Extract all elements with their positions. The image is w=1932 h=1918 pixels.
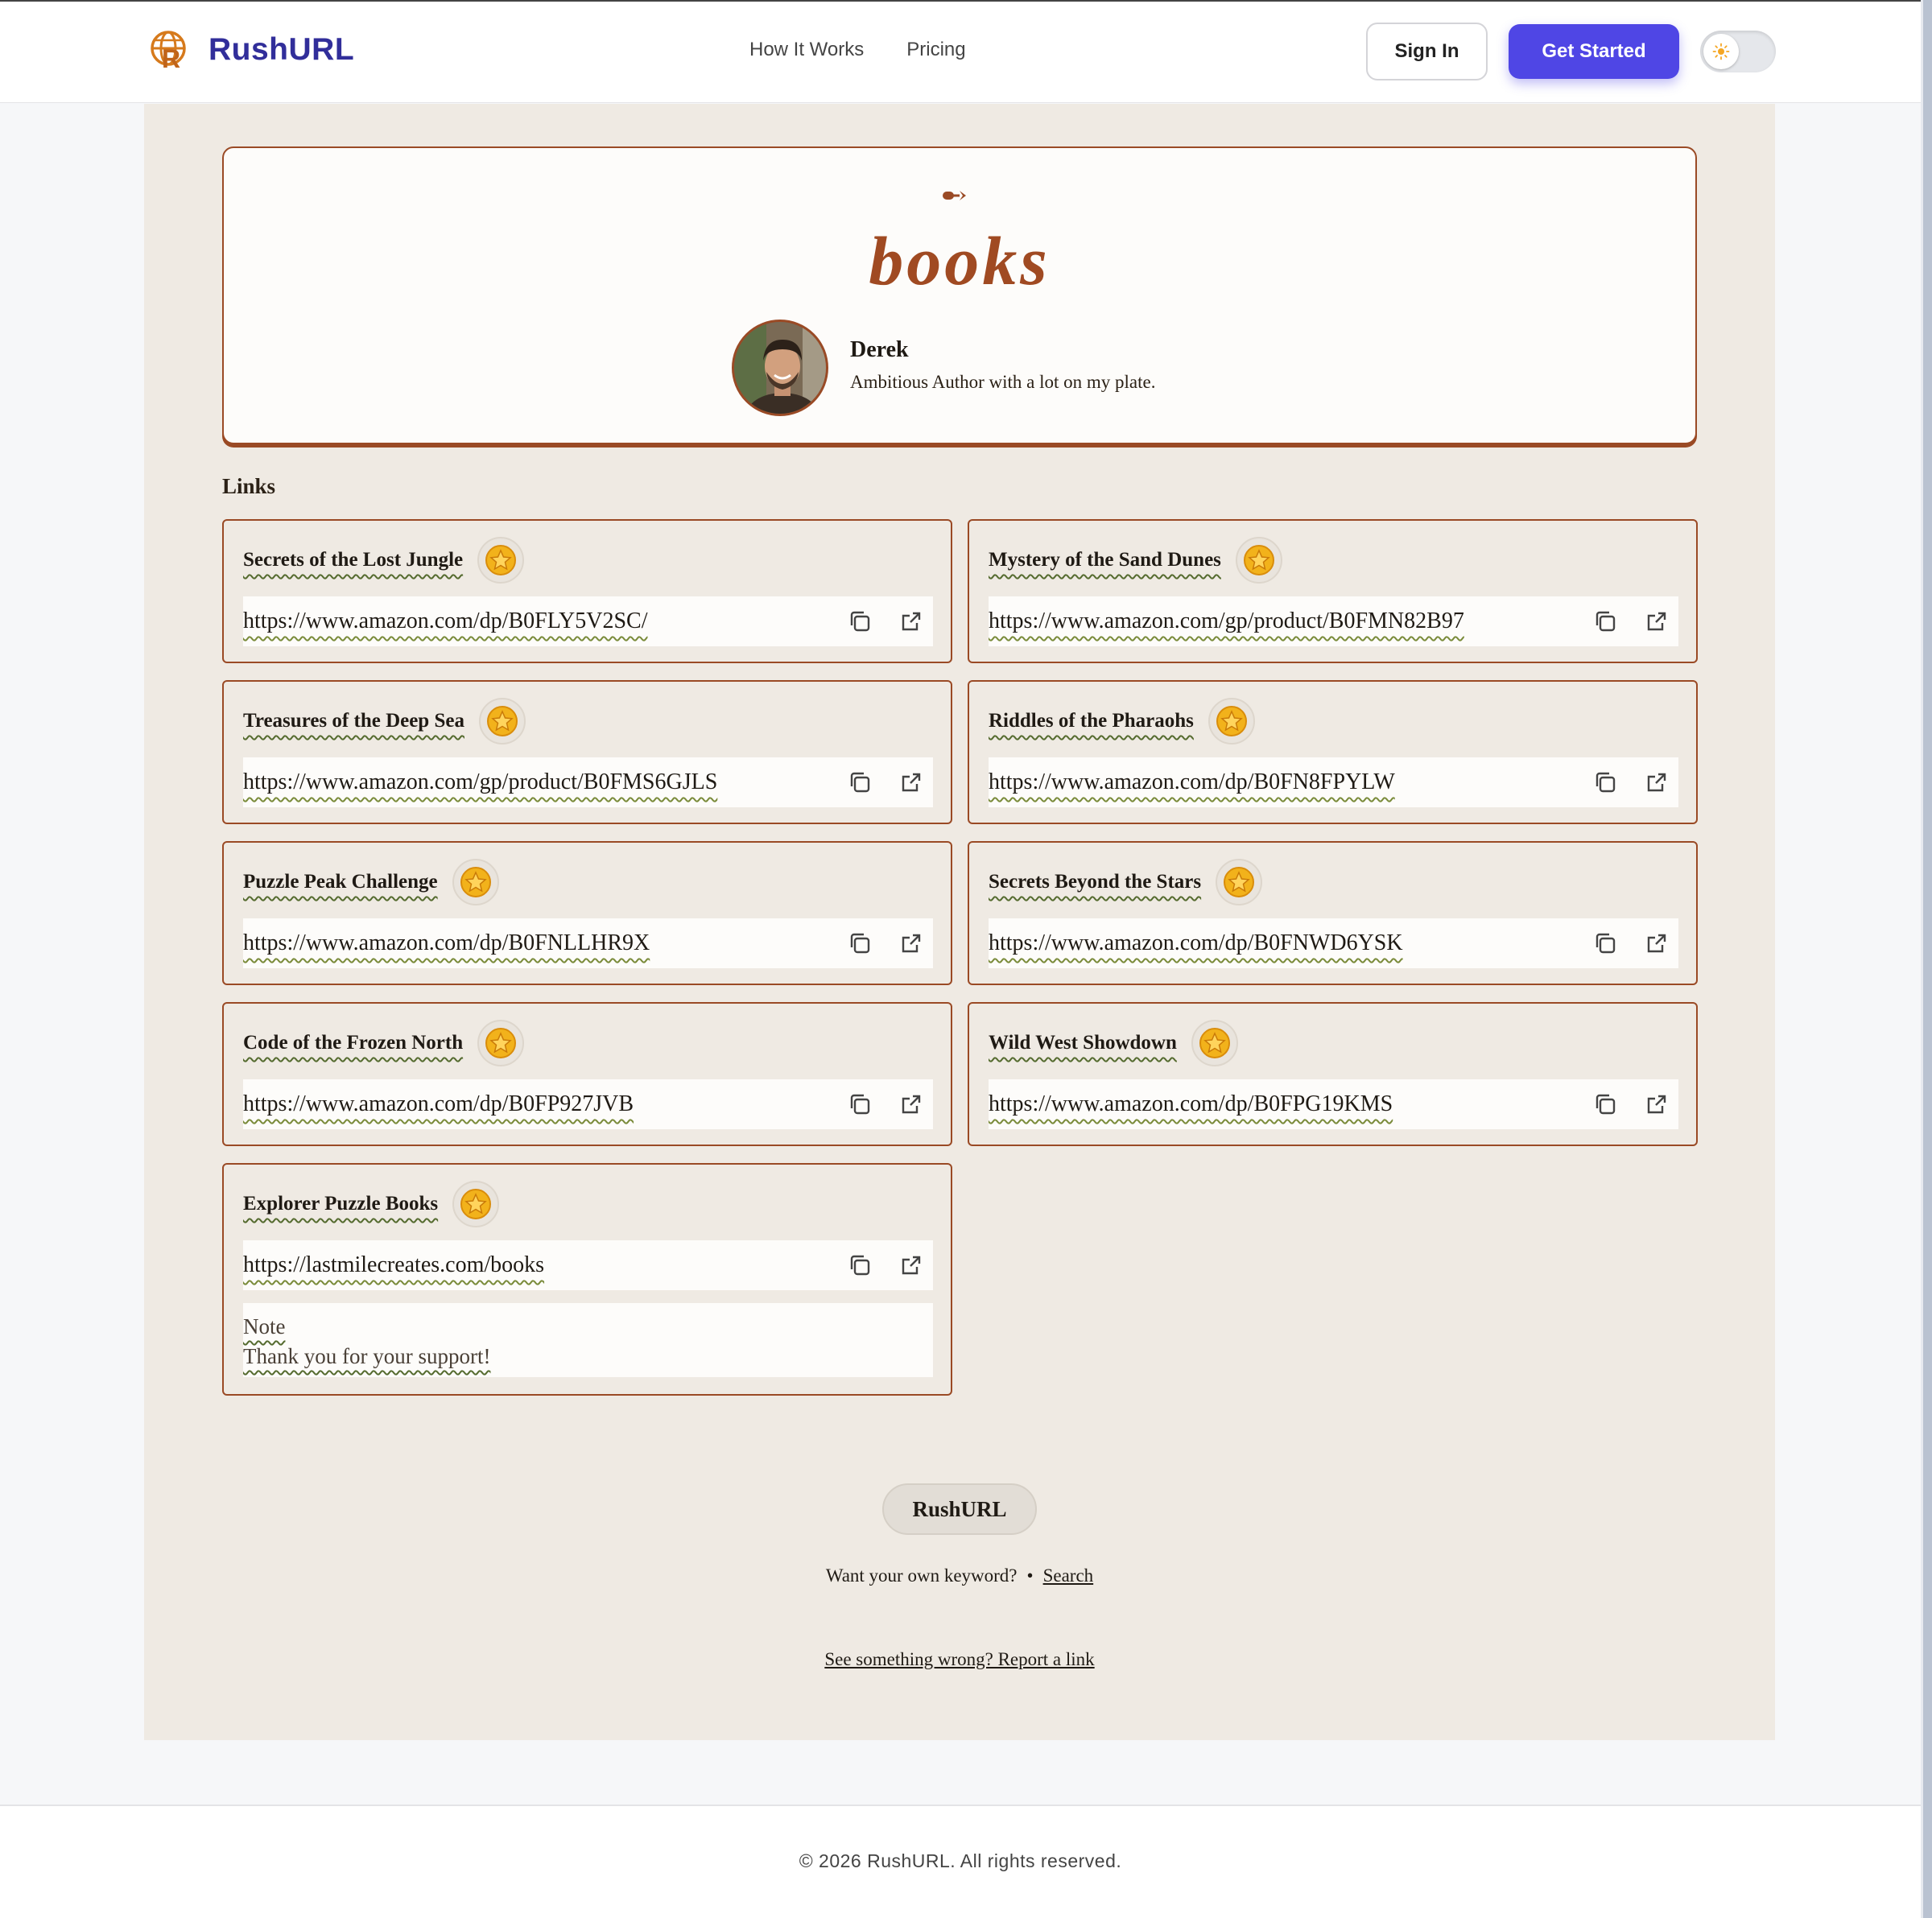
link-url[interactable]: https://www.amazon.com/dp/B0FPG19KMS — [989, 1091, 1393, 1117]
star-icon — [1235, 537, 1282, 584]
external-link-icon[interactable] — [898, 1091, 925, 1118]
rushurl-badge[interactable]: RushURL — [882, 1483, 1037, 1535]
site-header: R RushURL How It Works Pricing Sign In G… — [0, 2, 1921, 103]
url-row: https://lastmilecreates.com/books — [243, 1240, 933, 1290]
link-url[interactable]: https://www.amazon.com/dp/B0FP927JVB — [243, 1091, 634, 1117]
keyword-title: books — [869, 222, 1051, 299]
toggle-knob — [1703, 34, 1739, 69]
url-row: https://www.amazon.com/dp/B0FNWD6YSK — [989, 918, 1678, 968]
link-card: Secrets Beyond the Stars https://www.ama… — [968, 841, 1698, 985]
star-icon — [478, 698, 526, 745]
profile-name: Derek — [850, 337, 909, 362]
link-card: Explorer Puzzle Books https://lastmilecr… — [222, 1163, 952, 1396]
link-card: Wild West Showdown https://www.amazon.co… — [968, 1002, 1698, 1146]
page-footer: © 2026 RushURL. All rights reserved. — [0, 1805, 1921, 1918]
note-box: Note Thank you for your support! — [243, 1303, 933, 1377]
report-link[interactable]: See something wrong? Report a link — [824, 1649, 1094, 1669]
copy-icon[interactable] — [846, 930, 873, 957]
theme-toggle[interactable] — [1700, 31, 1776, 72]
link-card: Secrets of the Lost Jungle https://www.a… — [222, 519, 952, 663]
report-row: See something wrong? Report a link — [144, 1649, 1775, 1670]
search-link[interactable]: Search — [1043, 1565, 1094, 1586]
keyword-row: Want your own keyword? • Search — [144, 1565, 1775, 1586]
keyword-prompt: Want your own keyword? — [825, 1565, 1018, 1586]
link-title[interactable]: Secrets Beyond the Stars — [989, 871, 1201, 893]
link-card: Puzzle Peak Challenge https://www.amazon… — [222, 841, 952, 985]
link-card: Code of the Frozen North https://www.ama… — [222, 1002, 952, 1146]
star-icon — [477, 537, 525, 584]
link-card: Mystery of the Sand Dunes https://www.am… — [968, 519, 1698, 663]
external-link-icon[interactable] — [898, 930, 925, 957]
link-url[interactable]: https://www.amazon.com/dp/B0FLY5V2SC/ — [243, 608, 647, 634]
link-title[interactable]: Treasures of the Deep Sea — [243, 710, 464, 732]
star-icon — [1208, 698, 1255, 745]
pin-icon — [943, 191, 966, 200]
brand-logo[interactable]: R RushURL — [149, 29, 354, 71]
separator: • — [1026, 1565, 1034, 1586]
link-title[interactable]: Wild West Showdown — [989, 1032, 1177, 1054]
brand-name: RushURL — [208, 32, 355, 67]
url-row: https://www.amazon.com/dp/B0FP927JVB — [243, 1079, 933, 1129]
url-row: https://www.amazon.com/dp/B0FN8FPYLW — [989, 757, 1678, 807]
url-row: https://www.amazon.com/dp/B0FNLLHR9X — [243, 918, 933, 968]
main-nav: How It Works Pricing — [749, 39, 966, 61]
link-url[interactable]: https://www.amazon.com/gp/product/B0FMN8… — [989, 608, 1464, 634]
star-icon — [452, 859, 499, 905]
profile-bio: Ambitious Author with a lot on my plate. — [850, 372, 1156, 392]
external-link-icon[interactable] — [1643, 930, 1670, 957]
link-url[interactable]: https://www.amazon.com/dp/B0FNWD6YSK — [989, 930, 1403, 956]
copy-icon[interactable] — [1591, 1091, 1619, 1118]
link-title[interactable]: Code of the Frozen North — [243, 1032, 463, 1054]
copy-icon[interactable] — [846, 769, 873, 796]
url-row: https://www.amazon.com/dp/B0FPG19KMS — [989, 1079, 1678, 1129]
external-link-icon[interactable] — [1643, 769, 1670, 796]
link-url[interactable]: https://www.amazon.com/gp/product/B0FMS6… — [243, 769, 717, 795]
nav-how-it-works[interactable]: How It Works — [749, 39, 864, 61]
note-text: Thank you for your support! — [243, 1344, 491, 1368]
copy-icon[interactable] — [846, 1091, 873, 1118]
url-row: https://www.amazon.com/dp/B0FLY5V2SC/ — [243, 596, 933, 646]
star-icon — [452, 1181, 500, 1227]
star-icon — [1191, 1020, 1238, 1066]
link-title[interactable]: Riddles of the Pharaohs — [989, 710, 1194, 732]
link-title[interactable]: Puzzle Peak Challenge — [243, 871, 438, 893]
nav-pricing[interactable]: Pricing — [906, 39, 965, 61]
star-icon — [477, 1020, 525, 1066]
external-link-icon[interactable] — [898, 769, 925, 796]
link-card: Treasures of the Deep Sea https://www.am… — [222, 680, 952, 824]
sign-in-button[interactable]: Sign In — [1366, 23, 1488, 80]
globe-r-logo-icon: R — [151, 31, 186, 71]
svg-text:R: R — [162, 44, 180, 71]
external-link-icon[interactable] — [1643, 608, 1670, 635]
link-url[interactable]: https://lastmilecreates.com/books — [243, 1252, 544, 1278]
copy-icon[interactable] — [846, 1252, 873, 1279]
links-heading: Links — [222, 474, 276, 498]
url-row: https://www.amazon.com/gp/product/B0FMN8… — [989, 596, 1678, 646]
url-row: https://www.amazon.com/gp/product/B0FMS6… — [243, 757, 933, 807]
note-label: Note — [243, 1314, 286, 1338]
main-panel: books Derek Ambitious Author with a lot … — [144, 104, 1775, 1740]
copy-icon[interactable] — [1591, 608, 1619, 635]
scrollbar[interactable] — [1921, 0, 1932, 1918]
avatar — [732, 320, 828, 416]
external-link-icon[interactable] — [898, 608, 925, 635]
copy-icon[interactable] — [1591, 769, 1619, 796]
copyright: © 2026 RushURL. All rights reserved. — [799, 1850, 1122, 1871]
star-icon — [1216, 859, 1263, 905]
external-link-icon[interactable] — [898, 1252, 925, 1279]
external-link-icon[interactable] — [1643, 1091, 1670, 1118]
link-url[interactable]: https://www.amazon.com/dp/B0FN8FPYLW — [989, 769, 1395, 795]
sun-icon — [1712, 43, 1730, 60]
link-card: Riddles of the Pharaohs https://www.amaz… — [968, 680, 1698, 824]
link-title[interactable]: Mystery of the Sand Dunes — [989, 549, 1221, 571]
copy-icon[interactable] — [1591, 930, 1619, 957]
link-title[interactable]: Explorer Puzzle Books — [243, 1193, 438, 1215]
link-url[interactable]: https://www.amazon.com/dp/B0FNLLHR9X — [243, 930, 650, 956]
link-title[interactable]: Secrets of the Lost Jungle — [243, 549, 463, 571]
copy-icon[interactable] — [846, 608, 873, 635]
profile-card: books Derek Ambitious Author with a lot … — [222, 146, 1697, 444]
get-started-button[interactable]: Get Started — [1509, 24, 1679, 79]
